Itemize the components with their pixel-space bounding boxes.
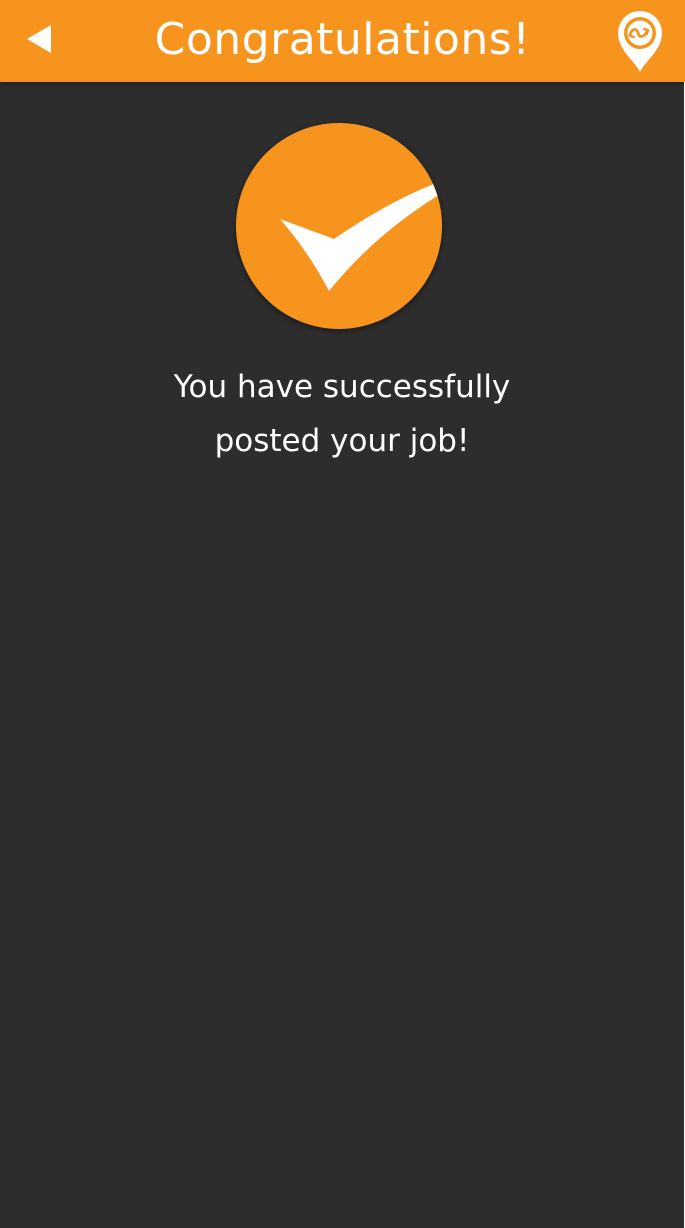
location-pin-logo-icon (614, 8, 666, 74)
checkmark-icon (280, 183, 442, 291)
success-message: You have successfully posted your job! (92, 360, 592, 468)
success-badge (236, 123, 442, 329)
success-message-line-2: posted your job! (214, 423, 470, 459)
success-message-line-1: You have successfully (173, 369, 511, 405)
app-header: Congratulations! (0, 0, 685, 82)
page-title: Congratulations! (154, 14, 531, 65)
